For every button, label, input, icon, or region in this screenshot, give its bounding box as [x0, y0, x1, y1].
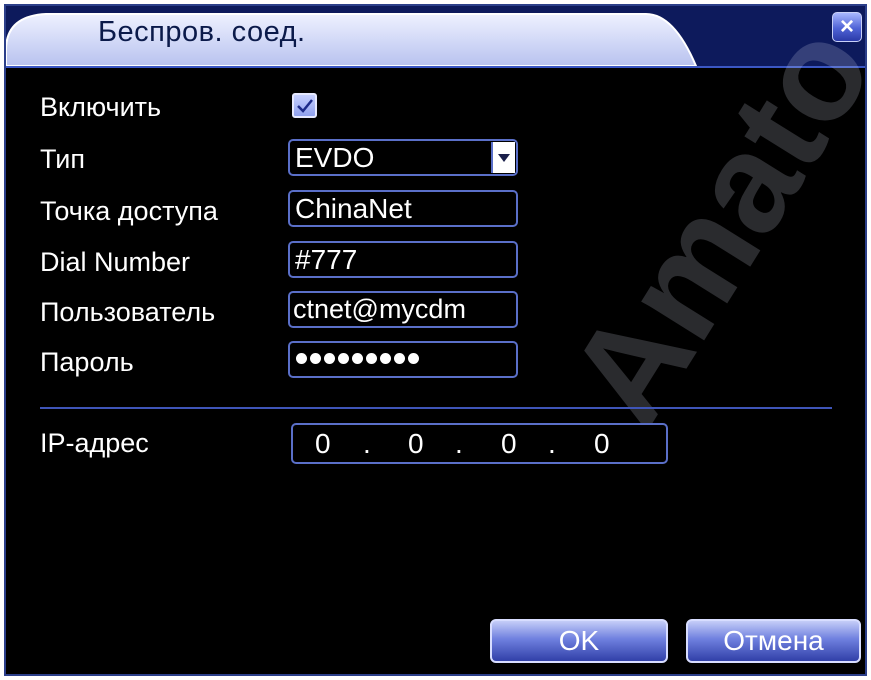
dial-number-input[interactable]: #777: [288, 241, 518, 278]
ip-octet-1[interactable]: 0: [315, 428, 331, 460]
enable-checkbox[interactable]: [292, 93, 317, 118]
ip-address-label: IP-адрес: [40, 428, 149, 458]
access-point-label: Точка доступа: [40, 196, 218, 226]
title-bar: Беспров. соед. ×: [6, 6, 865, 67]
type-select[interactable]: EVDO: [288, 139, 518, 176]
ok-button[interactable]: OK: [490, 619, 668, 663]
dialog-title: Беспров. соед.: [98, 16, 306, 48]
password-label: Пароль: [40, 347, 134, 377]
password-dot: [296, 353, 307, 364]
password-dot: [310, 353, 321, 364]
watermark: Amato: [537, 4, 867, 451]
ip-separator: .: [363, 428, 371, 459]
ip-octet-4[interactable]: 0: [594, 428, 610, 460]
ip-separator: .: [548, 428, 556, 459]
password-dot: [408, 353, 419, 364]
password-dot: [338, 353, 349, 364]
access-point-input[interactable]: ChinaNet: [288, 190, 518, 227]
password-dot: [324, 353, 335, 364]
title-divider: [6, 66, 865, 68]
cancel-button[interactable]: Отмена: [686, 619, 861, 663]
password-dot: [366, 353, 377, 364]
type-label: Тип: [40, 144, 86, 174]
ip-octet-3[interactable]: 0: [501, 428, 517, 460]
password-input[interactable]: [288, 341, 518, 378]
wireless-connection-dialog: Беспров. соед. × Amato Включить Тип EVDO…: [4, 4, 867, 676]
ip-separator: .: [455, 428, 463, 459]
enable-label: Включить: [40, 92, 162, 122]
password-dot: [394, 353, 405, 364]
chevron-down-icon[interactable]: [491, 142, 515, 173]
dial-number-label: Dial Number: [40, 247, 191, 277]
ip-octet-2[interactable]: 0: [408, 428, 424, 460]
password-dot: [380, 353, 391, 364]
type-value: EVDO: [295, 142, 375, 173]
password-dot: [352, 353, 363, 364]
user-label: Пользователь: [40, 297, 216, 327]
close-icon[interactable]: ×: [832, 12, 862, 42]
ip-address-input[interactable]: 0 . 0 . 0 . 0: [291, 423, 668, 464]
password-mask: [296, 353, 419, 364]
checkmark-icon: [297, 99, 313, 113]
section-divider: [40, 407, 832, 409]
user-input[interactable]: ctnet@mycdm: [288, 291, 518, 328]
